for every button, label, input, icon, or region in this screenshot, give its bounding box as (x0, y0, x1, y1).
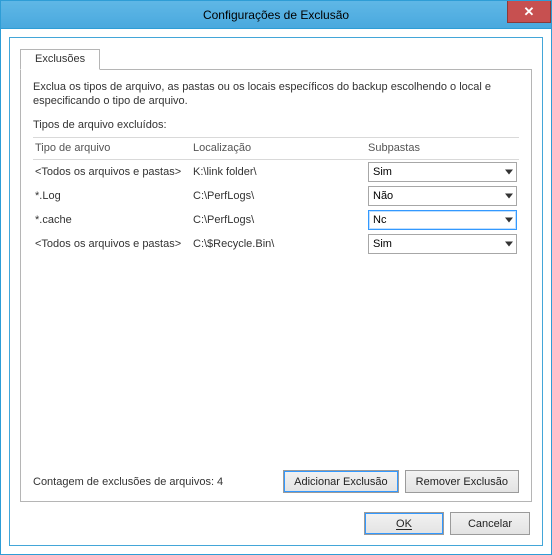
tab-panel-exclusions: Exclua os tipos de arquivo, as pastas ou… (20, 69, 532, 502)
cancel-label: Cancelar (468, 518, 512, 530)
subfolders-select[interactable] (368, 210, 517, 230)
cancel-button[interactable]: Cancelar (450, 512, 530, 535)
subfolders-select-wrap (368, 186, 517, 206)
cell-location: K:\link folder\ (193, 166, 368, 178)
remove-exclusion-button[interactable]: Remover Exclusão (405, 470, 519, 493)
subfolders-select[interactable] (368, 162, 517, 182)
tab-strip: Exclusões (20, 48, 532, 69)
subfolders-select-wrap (368, 234, 517, 254)
client-area: Exclusões Exclua os tipos de arquivo, as… (1, 29, 551, 554)
subfolders-select[interactable] (368, 234, 517, 254)
table-row[interactable]: <Todos os arquivos e pastas>C:\$Recycle.… (33, 232, 519, 256)
cell-file-type: <Todos os arquivos e pastas> (33, 238, 193, 250)
tab-exclusions-label: Exclusões (35, 53, 85, 65)
cell-subfolders (368, 234, 519, 254)
table-row[interactable]: *.cacheC:\PerfLogs\ (33, 208, 519, 232)
grid-header-type: Tipo de arquivo (33, 142, 193, 154)
cell-location: C:\PerfLogs\ (193, 190, 368, 202)
exclusion-count-label: Contagem de exclusões de arquivos: 4 (33, 476, 223, 488)
exclusion-settings-window: Configurações de Exclusão ✕ Exclusões Ex… (0, 0, 552, 555)
subfolders-select[interactable] (368, 186, 517, 206)
cell-subfolders (368, 210, 519, 230)
subfolders-select-wrap (368, 162, 517, 182)
panel-description: Exclua os tipos de arquivo, as pastas ou… (33, 80, 519, 109)
grid-body: <Todos os arquivos e pastas>K:\link fold… (33, 160, 519, 460)
panel-subhead: Tipos de arquivo excluídos: (33, 119, 519, 131)
cell-subfolders (368, 162, 519, 182)
cell-location: C:\$Recycle.Bin\ (193, 238, 368, 250)
titlebar: Configurações de Exclusão ✕ (1, 1, 551, 29)
cell-file-type: *.cache (33, 214, 193, 226)
cell-subfolders (368, 186, 519, 206)
table-row[interactable]: *.LogC:\PerfLogs\ (33, 184, 519, 208)
dialog-button-row: OK Cancelar (20, 502, 532, 537)
table-row[interactable]: <Todos os arquivos e pastas>K:\link fold… (33, 160, 519, 184)
grid-header-subfolders: Subpastas (368, 142, 519, 154)
cell-location: C:\PerfLogs\ (193, 214, 368, 226)
grid-header-row: Tipo de arquivo Localização Subpastas (33, 138, 519, 160)
cell-file-type: <Todos os arquivos e pastas> (33, 166, 193, 178)
tab-exclusions[interactable]: Exclusões (20, 49, 100, 70)
panel-button-row: Adicionar Exclusão Remover Exclusão (283, 470, 519, 493)
add-exclusion-button[interactable]: Adicionar Exclusão (283, 470, 399, 493)
inner-frame: Exclusões Exclua os tipos de arquivo, as… (9, 37, 543, 546)
remove-exclusion-label: Remover Exclusão (416, 476, 508, 488)
close-button[interactable]: ✕ (507, 1, 551, 23)
window-title: Configurações de Exclusão (1, 8, 551, 22)
panel-footer: Contagem de exclusões de arquivos: 4 Adi… (33, 460, 519, 493)
cell-file-type: *.Log (33, 190, 193, 202)
subfolders-select-wrap (368, 210, 517, 230)
exclusions-grid: Tipo de arquivo Localização Subpastas <T… (33, 137, 519, 460)
ok-label: OK (396, 518, 412, 530)
close-icon: ✕ (524, 4, 535, 20)
grid-header-location: Localização (193, 142, 368, 154)
add-exclusion-label: Adicionar Exclusão (294, 476, 388, 488)
ok-button[interactable]: OK (364, 512, 444, 535)
